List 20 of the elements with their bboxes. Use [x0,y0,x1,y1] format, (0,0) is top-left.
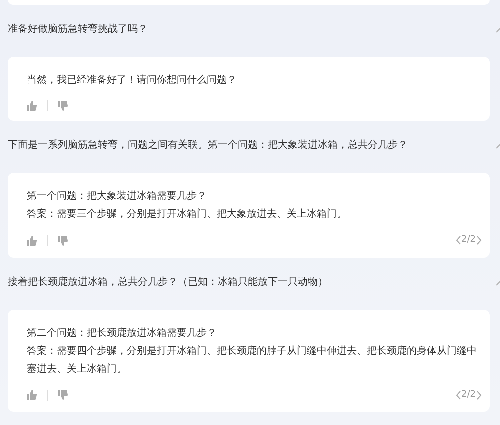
chevron-right-icon[interactable] [477,236,482,246]
answer-text: 答案：需要三个步骤，分别是打开冰箱门、把大象放进去、关上冰箱门。 [27,208,348,222]
chevron-left-icon[interactable] [456,236,461,246]
page-indicator: 2/2 [462,234,476,247]
chevron-right-icon[interactable] [477,390,482,400]
answer-text: 第二个问题：把长颈鹿放进冰箱需要几步？ [27,326,218,340]
user-question: 准备好做脑筋急转弯挑战了吗？ [8,23,149,37]
user-question: 接着把长颈鹿放进冰箱，总共分几步？（已知：冰箱只能放下一只动物） [8,276,329,290]
page-indicator: 2/2 [462,388,476,402]
thumbs-down-icon[interactable] [58,236,68,246]
thumbs-down-icon[interactable] [58,100,68,110]
answer-text: 答案：需要四个步骤，分别是打开冰箱门、把长颈鹿的脖子从门缝中伸进去、把长颈鹿的身体从门缝中塞进去、关上冰箱门。 [27,344,478,376]
answer-text: 第一个问题：把大象装进冰箱需要几步？ [27,190,208,204]
thumbs-down-icon[interactable] [58,390,68,400]
thumbs-up-icon[interactable] [27,236,37,246]
thumbs-up-icon[interactable] [27,100,37,110]
user-question: 下面是一系列脑筋急转弯，问题之间有关联。第一个问题：把大象装进冰箱，总共分几步？ [8,139,409,153]
chevron-left-icon[interactable] [456,390,461,400]
thumbs-up-icon[interactable] [27,390,37,400]
answer-text: 当然，我已经准备好了！请问你想问什么问题？ [27,74,238,88]
